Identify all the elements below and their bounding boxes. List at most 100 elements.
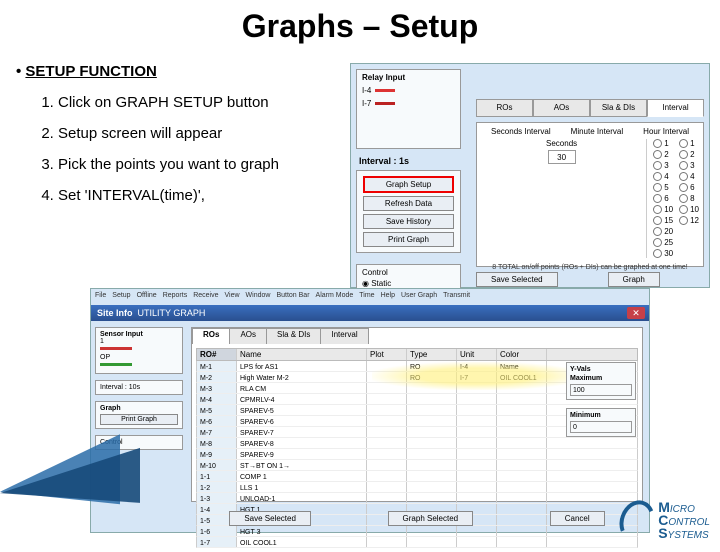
save-selected-button-bm[interactable]: Save Selected xyxy=(229,511,311,526)
tab-aos-bm[interactable]: AOs xyxy=(229,328,267,344)
steps-list: Click on GRAPH SETUP button Setup screen… xyxy=(58,94,360,204)
tab-interval-bm[interactable]: Interval xyxy=(320,328,368,344)
control-label: Control xyxy=(362,268,455,277)
close-icon[interactable]: ✕ xyxy=(627,307,645,319)
menu-item[interactable]: Help xyxy=(381,292,395,299)
table-row[interactable]: M-10ST→BT ON 1→ xyxy=(196,460,638,471)
seconds-interval-header: Seconds Interval xyxy=(491,127,551,136)
interval-tabs: ROs AOs Sla & DIs Interval xyxy=(476,99,704,117)
minute-option[interactable]: 5 xyxy=(653,183,673,192)
interval-note: 8 TOTAL on/off points (ROs + DIs) can be… xyxy=(481,264,699,271)
refresh-data-button[interactable]: Refresh Data xyxy=(363,196,454,211)
step-3: Pick the points you want to graph xyxy=(58,156,360,173)
table-row[interactable]: 1-6HGT 3 xyxy=(196,526,638,537)
graph-selected-button[interactable]: Graph Selected xyxy=(388,511,474,526)
hour-option[interactable]: 8 xyxy=(679,194,699,203)
graph-group-bm: Graph Print Graph xyxy=(95,401,183,429)
graph-setup-panel: Relay Input I-4 I-7 Interval : 1s Graph … xyxy=(350,63,710,288)
hour-option[interactable]: 4 xyxy=(679,172,699,181)
minute-option[interactable]: 20 xyxy=(653,227,673,236)
relay-input-label: Relay Input xyxy=(362,73,455,82)
minute-option[interactable]: 2 xyxy=(653,150,673,159)
minute-interval-header: Minute Interval xyxy=(571,127,623,136)
table-row[interactable]: 1-1COMP 1 xyxy=(196,471,638,482)
graph-button-group: Graph Setup Refresh Data Save History Pr… xyxy=(356,170,461,253)
step-4: Set 'INTERVAL(time)', xyxy=(58,187,360,204)
hour-option[interactable]: 1 xyxy=(679,139,699,148)
relay-row: I-4 xyxy=(362,86,455,95)
instruction-block: SETUP FUNCTION Click on GRAPH SETUP butt… xyxy=(30,63,360,218)
maximum-input[interactable]: 100 xyxy=(570,384,632,396)
tab-sla-dis-bm[interactable]: Sla & DIs xyxy=(266,328,321,344)
tab-ros[interactable]: ROs xyxy=(476,99,533,117)
minute-option[interactable]: 10 xyxy=(653,205,673,214)
hour-option[interactable]: 12 xyxy=(679,216,699,225)
minute-option[interactable]: 1 xyxy=(653,139,673,148)
interval-panel: Seconds Interval Minute Interval Hour In… xyxy=(476,122,704,267)
interval-label: Interval : 1s xyxy=(359,156,409,166)
cancel-button[interactable]: Cancel xyxy=(550,511,605,526)
hour-interval-header: Hour Interval xyxy=(643,127,689,136)
seconds-label: Seconds xyxy=(481,139,642,148)
menu-item[interactable]: Time xyxy=(359,292,374,299)
menu-item[interactable]: User Graph xyxy=(401,292,437,299)
interval-readout: Interval : 10s xyxy=(95,380,183,395)
hour-option[interactable]: 10 xyxy=(679,205,699,214)
hour-options: 1234681012 xyxy=(679,139,699,258)
menu-item[interactable]: Alarm Mode xyxy=(316,292,354,299)
slide-title: Graphs – Setup xyxy=(0,8,720,45)
minute-option[interactable]: 4 xyxy=(653,172,673,181)
table-row[interactable]: 1-2LLS 1 xyxy=(196,482,638,493)
menu-item[interactable]: File xyxy=(95,292,106,299)
min-box: Minimum 0 xyxy=(566,408,636,437)
relay-input-box: Relay Input I-4 I-7 xyxy=(356,69,461,149)
minute-option[interactable]: 3 xyxy=(653,161,673,170)
table-row[interactable]: 1-3UNLOAD-1 xyxy=(196,493,638,504)
static-radio[interactable]: ◉ Static xyxy=(362,279,455,288)
save-selected-button[interactable]: Save Selected xyxy=(476,272,558,287)
menu-item[interactable]: Button Bar xyxy=(276,292,309,299)
menu-item[interactable]: Reports xyxy=(163,292,188,299)
tab-ros-bm[interactable]: ROs xyxy=(192,328,230,344)
graph-button[interactable]: Graph xyxy=(608,272,660,287)
hour-option[interactable]: 6 xyxy=(679,183,699,192)
sensor-input-group: Sensor Input 1 OP xyxy=(95,327,183,374)
menu-item[interactable]: Receive xyxy=(193,292,218,299)
section-heading: SETUP FUNCTION xyxy=(30,63,360,80)
menu-item[interactable]: Window xyxy=(246,292,271,299)
window-titlebar: Site Info UTILITY GRAPH ✕ xyxy=(91,305,649,321)
mcs-logo: MICRO CONTROL SYSTEMS xyxy=(620,500,710,542)
menu-item[interactable]: Offline xyxy=(137,292,157,299)
print-graph-button[interactable]: Print Graph xyxy=(363,232,454,247)
hour-option[interactable]: 3 xyxy=(679,161,699,170)
print-graph-button-bm[interactable]: Print Graph xyxy=(100,414,178,425)
table-header: RO# Name Plot Type Unit Color xyxy=(196,348,638,361)
minute-option[interactable]: 15 xyxy=(653,216,673,225)
hour-option[interactable]: 2 xyxy=(679,150,699,159)
save-history-button[interactable]: Save History xyxy=(363,214,454,229)
menu-item[interactable]: View xyxy=(225,292,240,299)
graph-setup-button[interactable]: Graph Setup xyxy=(363,176,454,193)
menu-bar: File Setup Offline Reports Receive View Window… xyxy=(95,292,470,299)
ro-table-area: ROs AOs Sla & DIs Interval RO# Name Plot… xyxy=(191,327,643,502)
tab-aos[interactable]: AOs xyxy=(533,99,590,117)
minute-option[interactable]: 30 xyxy=(653,249,673,258)
minute-options: 1 2 3 4 5 6 10 15 20 25 30 xyxy=(653,139,673,258)
seconds-value[interactable]: 30 xyxy=(548,150,576,164)
yvals-box: Y-Vals Maximum 100 xyxy=(566,362,636,400)
minute-option[interactable]: 6 xyxy=(653,194,673,203)
step-2: Setup screen will appear xyxy=(58,125,360,142)
tab-sla-dis[interactable]: Sla & DIs xyxy=(590,99,647,117)
tab-interval[interactable]: Interval xyxy=(647,99,704,117)
ro-selection-panel: File Setup Offline Reports Receive View Window… xyxy=(90,288,650,533)
table-row[interactable]: 1-7OIL COOL1 xyxy=(196,537,638,548)
table-row[interactable]: M-9SPAREV-9 xyxy=(196,449,638,460)
logo-swoosh-icon xyxy=(620,500,654,542)
menu-item[interactable]: Setup xyxy=(112,292,130,299)
menu-item[interactable]: Transmit xyxy=(443,292,470,299)
step-1: Click on GRAPH SETUP button xyxy=(58,94,360,111)
decorative-triangle xyxy=(0,438,140,503)
minimum-input[interactable]: 0 xyxy=(570,421,632,433)
minute-option[interactable]: 25 xyxy=(653,238,673,247)
relay-row: I-7 xyxy=(362,99,455,108)
